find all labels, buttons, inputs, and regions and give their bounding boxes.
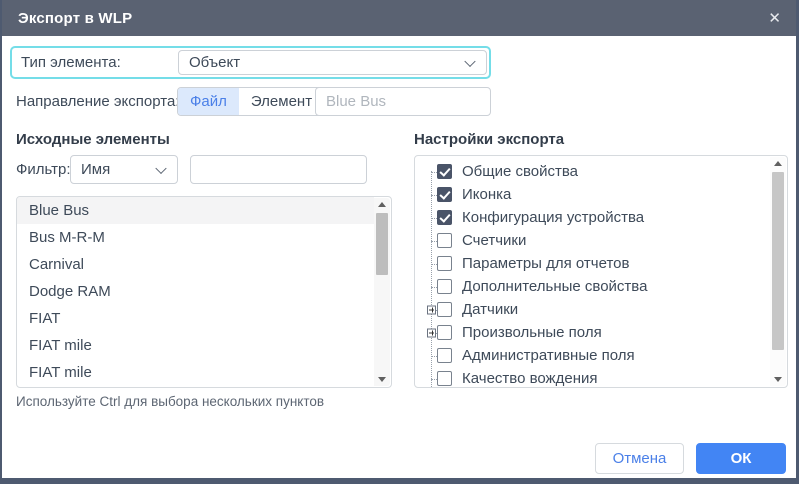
tree-row: Административные поля: [415, 344, 770, 367]
export-target-input[interactable]: [315, 87, 491, 116]
tree-row: Произвольные поля: [415, 321, 770, 344]
checkbox-checked[interactable]: [437, 210, 452, 225]
export-settings-header: Настройки экспорта: [414, 131, 564, 148]
checkbox-label: Датчики: [462, 301, 518, 318]
settings-scrollbar: [770, 157, 786, 386]
cancel-button[interactable]: Отмена: [595, 443, 684, 474]
element-type-select[interactable]: Объект: [178, 50, 487, 75]
source-elements-list: Blue BusBus M-R-MCarnivalDodge RAMFIATFI…: [16, 196, 392, 388]
checkbox-label: Качество вождения: [462, 370, 597, 387]
element-type-row: Тип элемента: Объект: [10, 46, 491, 79]
checkbox-unchecked[interactable]: [437, 279, 452, 294]
expand-plus-icon[interactable]: [427, 328, 436, 337]
export-direction-label: Направление экспорта:: [16, 93, 179, 110]
ok-button[interactable]: ОК: [696, 443, 786, 474]
list-item[interactable]: Bus M-R-M: [17, 224, 374, 251]
element-type-value: Объект: [189, 54, 240, 71]
checkbox-unchecked[interactable]: [437, 302, 452, 317]
filter-field-select[interactable]: Имя: [70, 155, 178, 184]
list-item[interactable]: FIAT mile: [17, 332, 374, 359]
source-list-scrollbar: [374, 198, 390, 386]
tree-row: Конфигурация устройства: [415, 206, 770, 229]
element-type-label: Тип элемента:: [21, 54, 121, 71]
list-item[interactable]: Dodge RAM: [17, 278, 374, 305]
checkbox-label: Произвольные поля: [462, 324, 602, 341]
settings-tree: Общие свойства Иконка Конфигурация устройс…: [415, 160, 770, 388]
source-list-items: Blue BusBus M-R-MCarnivalDodge RAMFIATFI…: [17, 197, 374, 387]
expand-plus-icon[interactable]: [427, 305, 436, 314]
checkbox-checked[interactable]: [437, 164, 452, 179]
segment-option[interactable]: Элемент: [239, 88, 324, 115]
checkbox-unchecked[interactable]: [437, 325, 452, 340]
multi-select-hint: Используйте Ctrl для выбора нескольких п…: [16, 394, 324, 409]
checkbox-label: Дополнительные свойства: [462, 278, 647, 295]
checkbox-label: Общие свойства: [462, 163, 578, 180]
titlebar: Экспорт в WLP ✕: [0, 0, 799, 36]
scroll-down-icon[interactable]: [770, 373, 786, 386]
tree-row: Общие свойства: [415, 160, 770, 183]
checkbox-unchecked[interactable]: [437, 371, 452, 386]
tree-row: Параметры для отчетов: [415, 252, 770, 275]
export-settings-panel: Общие свойства Иконка Конфигурация устройс…: [414, 155, 788, 388]
chevron-down-icon: [155, 162, 166, 173]
close-icon[interactable]: ✕: [768, 11, 781, 26]
segment-option[interactable]: Файл: [178, 88, 239, 115]
tree-row: Счетчики: [415, 229, 770, 252]
tree-row: Дополнительные свойства: [415, 275, 770, 298]
scrollbar-thumb[interactable]: [376, 213, 388, 275]
filter-query-input[interactable]: [190, 155, 367, 184]
tree-row: Иконка: [415, 183, 770, 206]
tree-row: Качество вождения: [415, 367, 770, 388]
tree-row: Датчики: [415, 298, 770, 321]
export-dialog: Экспорт в WLP ✕ Тип элемента: Объект Нап…: [0, 0, 799, 484]
checkbox-checked[interactable]: [437, 187, 452, 202]
checkbox-label: Счетчики: [462, 232, 526, 249]
filter-label: Фильтр:: [16, 161, 71, 178]
checkbox-label: Иконка: [462, 186, 511, 203]
source-elements-header: Исходные элементы: [16, 131, 170, 148]
scroll-down-icon[interactable]: [374, 373, 390, 386]
checkbox-label: Конфигурация устройства: [462, 209, 644, 226]
list-item[interactable]: FIAT: [17, 305, 374, 332]
checkbox-label: Административные поля: [462, 347, 635, 364]
checkbox-label: Параметры для отчетов: [462, 255, 629, 272]
checkbox-unchecked[interactable]: [437, 233, 452, 248]
list-item[interactable]: Carnival: [17, 251, 374, 278]
filter-field-value: Имя: [81, 161, 110, 178]
scroll-up-icon[interactable]: [770, 157, 786, 170]
chevron-down-icon: [464, 55, 475, 66]
checkbox-unchecked[interactable]: [437, 256, 452, 271]
checkbox-unchecked[interactable]: [437, 348, 452, 363]
list-item[interactable]: Blue Bus: [17, 197, 374, 224]
dialog-title: Экспорт в WLP: [18, 10, 132, 27]
scrollbar-thumb[interactable]: [772, 172, 784, 350]
scroll-up-icon[interactable]: [374, 198, 390, 211]
list-item[interactable]: FIAT mile: [17, 359, 374, 386]
export-direction-segmented: ФайлЭлемент: [177, 87, 325, 116]
